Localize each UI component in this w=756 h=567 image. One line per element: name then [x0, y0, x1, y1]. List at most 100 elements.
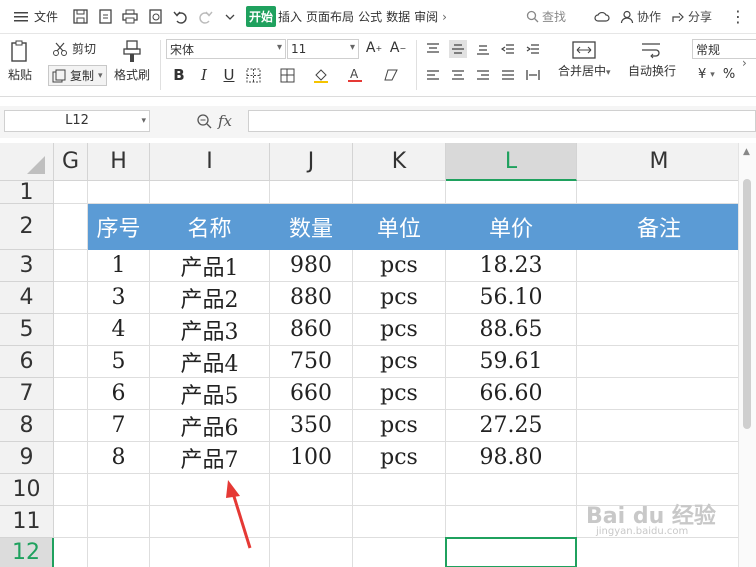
- paste-button[interactable]: 粘贴: [8, 40, 32, 83]
- table-cell[interactable]: 产品4: [150, 346, 270, 378]
- row-header-7[interactable]: 7: [0, 378, 54, 410]
- cell-g8[interactable]: [54, 410, 88, 442]
- table-cell[interactable]: pcs: [353, 250, 446, 282]
- table-cell[interactable]: pcs: [353, 346, 446, 378]
- table-header-cell[interactable]: 单位: [353, 204, 446, 250]
- cell-j11[interactable]: [270, 506, 353, 538]
- more-quick-icon[interactable]: [220, 7, 240, 27]
- align-center-icon[interactable]: [449, 66, 467, 84]
- cell-i1[interactable]: [150, 181, 270, 204]
- row-header-5[interactable]: 5: [0, 314, 54, 346]
- cell-g4[interactable]: [54, 282, 88, 314]
- table-cell[interactable]: 880: [270, 282, 353, 314]
- copy-button[interactable]: 复制 ▾: [48, 65, 107, 86]
- table-header-cell[interactable]: 单价: [446, 204, 577, 250]
- table-cell[interactable]: 产品2: [150, 282, 270, 314]
- table-cell[interactable]: 660: [270, 378, 353, 410]
- table-cell[interactable]: 6: [88, 378, 150, 410]
- table-cell[interactable]: [577, 378, 738, 410]
- bold-button[interactable]: B: [170, 66, 188, 84]
- cell-k10[interactable]: [353, 474, 446, 506]
- table-cell[interactable]: pcs: [353, 442, 446, 474]
- align-left-icon[interactable]: [424, 66, 442, 84]
- cell-j10[interactable]: [270, 474, 353, 506]
- cell-j12[interactable]: [270, 538, 353, 567]
- table-cell[interactable]: 3: [88, 282, 150, 314]
- cell-g12[interactable]: [54, 538, 88, 567]
- share-button[interactable]: 分享: [671, 8, 712, 25]
- file-menu[interactable]: 文件: [0, 0, 58, 33]
- increase-font-icon[interactable]: A +: [365, 39, 383, 57]
- table-cell[interactable]: [577, 410, 738, 442]
- table-cell[interactable]: 88.65: [446, 314, 577, 346]
- font-color-icon[interactable]: A: [346, 66, 364, 84]
- table-cell[interactable]: 5: [88, 346, 150, 378]
- table-cell[interactable]: [577, 314, 738, 346]
- border-icon[interactable]: [244, 66, 262, 84]
- table-cell[interactable]: 18.23: [446, 250, 577, 282]
- tab-page-layout[interactable]: 页面布局: [304, 6, 356, 27]
- row-header-10[interactable]: 10: [0, 474, 54, 506]
- table-cell[interactable]: [577, 282, 738, 314]
- cell-k12[interactable]: [353, 538, 446, 567]
- search-button[interactable]: 查找: [526, 8, 566, 25]
- column-header-h[interactable]: H: [88, 143, 150, 181]
- outdent-icon[interactable]: [499, 40, 517, 58]
- more-options-icon[interactable]: ⋮: [730, 7, 746, 26]
- scroll-up-icon[interactable]: ▲: [743, 147, 750, 157]
- scrollbar-thumb[interactable]: [743, 179, 751, 429]
- cell-g7[interactable]: [54, 378, 88, 410]
- name-box[interactable]: L12 ▾: [4, 110, 150, 132]
- cell-g5[interactable]: [54, 314, 88, 346]
- format-painter-button[interactable]: 格式刷: [114, 40, 150, 83]
- row-header-8[interactable]: 8: [0, 410, 54, 442]
- chevron-down-icon[interactable]: ▾: [606, 68, 611, 78]
- zoom-formula-icon[interactable]: [196, 113, 212, 129]
- font-size-select[interactable]: 11 ▾: [287, 39, 359, 59]
- print-icon[interactable]: [120, 7, 140, 27]
- table-cell[interactable]: 98.80: [446, 442, 577, 474]
- table-cell[interactable]: pcs: [353, 314, 446, 346]
- table-cell[interactable]: [577, 346, 738, 378]
- table-cell[interactable]: 27.25: [446, 410, 577, 442]
- cell-g2[interactable]: [54, 204, 88, 250]
- row-header-9[interactable]: 9: [0, 442, 54, 474]
- merge-center-button[interactable]: 合并居中▾: [558, 40, 611, 79]
- redo-icon[interactable]: [195, 7, 215, 27]
- indent-icon[interactable]: [524, 40, 542, 58]
- undo-icon[interactable]: [170, 7, 190, 27]
- row-header-12[interactable]: 12: [0, 538, 54, 567]
- table-cell[interactable]: 750: [270, 346, 353, 378]
- cell-j1[interactable]: [270, 181, 353, 204]
- cell-k1[interactable]: [353, 181, 446, 204]
- align-bottom-icon[interactable]: [474, 40, 492, 58]
- cell-g1[interactable]: [54, 181, 88, 204]
- wrap-text-button[interactable]: 自动换行: [628, 40, 676, 79]
- column-header-k[interactable]: K: [353, 143, 446, 181]
- align-top-icon[interactable]: [424, 40, 442, 58]
- tab-formulas[interactable]: 公式: [356, 6, 384, 27]
- table-cell[interactable]: pcs: [353, 378, 446, 410]
- vertical-scrollbar[interactable]: ▲: [738, 143, 756, 567]
- cell-m1[interactable]: [577, 181, 738, 204]
- cell-g3[interactable]: [54, 250, 88, 282]
- column-header-l[interactable]: L: [446, 143, 577, 181]
- save-icon[interactable]: [70, 7, 90, 27]
- column-header-g[interactable]: G: [54, 143, 88, 181]
- cell-h12[interactable]: [88, 538, 150, 567]
- table-cell[interactable]: 7: [88, 410, 150, 442]
- tabs-more-icon[interactable]: ›: [440, 8, 449, 26]
- table-header-cell[interactable]: 备注: [577, 204, 738, 250]
- table-cell[interactable]: 产品1: [150, 250, 270, 282]
- italic-button[interactable]: I: [195, 66, 213, 84]
- table-cell[interactable]: 860: [270, 314, 353, 346]
- tab-review[interactable]: 审阅: [412, 6, 440, 27]
- table-cell[interactable]: 4: [88, 314, 150, 346]
- table-header-cell[interactable]: 名称: [150, 204, 270, 250]
- fill-color-icon[interactable]: [312, 66, 330, 84]
- table-cell[interactable]: 980: [270, 250, 353, 282]
- cell-l11[interactable]: [446, 506, 577, 538]
- row-header-3[interactable]: 3: [0, 250, 54, 282]
- cell-k11[interactable]: [353, 506, 446, 538]
- table-cell[interactable]: [577, 250, 738, 282]
